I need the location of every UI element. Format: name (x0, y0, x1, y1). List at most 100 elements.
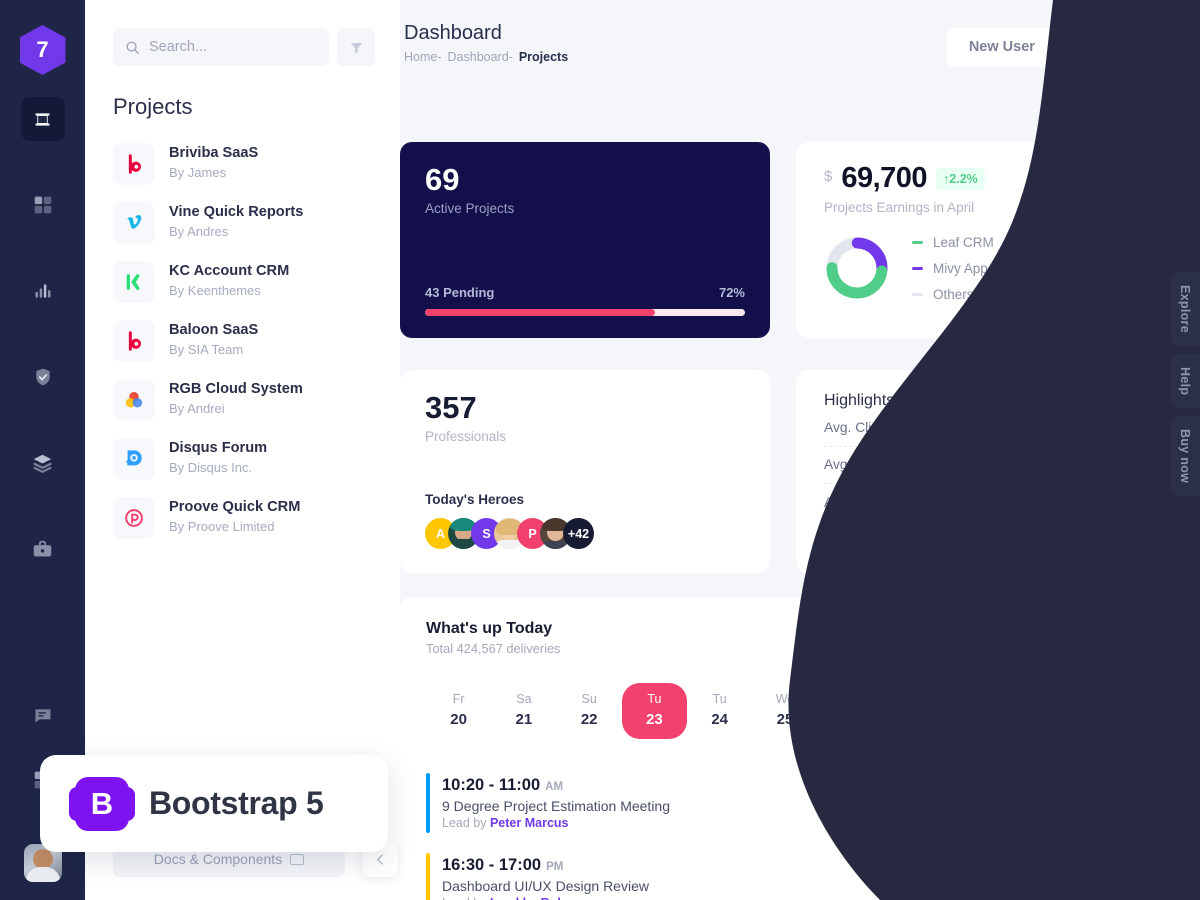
event-ampm: AM (545, 780, 564, 793)
disqus-icon (124, 450, 142, 466)
day-cell[interactable]: We 25 (752, 683, 817, 739)
project-name: Vine Quick Reports (169, 204, 304, 221)
day-dow: Sa (516, 691, 532, 706)
day-cell[interactable]: Sa 21 (491, 683, 556, 739)
day-cell[interactable]: Mo 30 (1079, 683, 1144, 739)
event-row: 10:20 - 11:00 AM 9 Degree Project Estimat… (426, 763, 1144, 843)
day-dow: Mo (1102, 691, 1120, 706)
rail-item-security[interactable] (21, 355, 65, 399)
progress-labels: 43 Pending 72% (425, 285, 745, 300)
list-item[interactable]: RGB Cloud System By Andrei (113, 370, 400, 429)
list-item[interactable]: Proove Quick CRM By Proove Limited (113, 488, 400, 547)
rail-item-analytics[interactable] (21, 269, 65, 313)
day-cell[interactable]: Th 26 (818, 683, 883, 739)
event-lead-prefix: Lead by (442, 815, 487, 830)
legend-label: Mivy App (933, 260, 988, 276)
donut-chart (826, 237, 888, 299)
list-item[interactable]: Baloon SaaS By SIA Team (113, 311, 400, 370)
event-view-button[interactable]: View (1080, 786, 1144, 819)
day-picker: Fr 20 Sa 21 Su 22 Tu 23 Tu 24 We 25 Th 26 Fri 27… (426, 682, 1144, 739)
app-logo[interactable]: 7 (19, 25, 66, 75)
event-color-bar (426, 852, 430, 900)
rail-item-grid[interactable] (21, 183, 65, 227)
rail-item-box[interactable] (20, 97, 65, 141)
layers-icon (33, 454, 52, 473)
new-user-button[interactable]: New User (946, 28, 1057, 67)
day-cell-selected[interactable]: Tu 23 (621, 682, 688, 739)
new-goal-button[interactable]: New Goal (1064, 28, 1175, 67)
event-details: 16:30 - 17:00 PM Dashboard UI/UX Design R… (442, 856, 649, 900)
project-name: RGB Cloud System (169, 381, 303, 398)
highlight-row: Avg. Client Rating ↗ 7.8 /10 (824, 410, 1138, 447)
side-tab-explore[interactable]: Explore (1171, 272, 1200, 346)
project-author: By SIA Team (169, 341, 244, 357)
page-title: Dashboard (404, 22, 502, 44)
report-center-button[interactable]: Report Cecnter (1018, 624, 1144, 660)
legend-value: $7,660 (1096, 234, 1138, 250)
avatar-overflow[interactable]: +42 (563, 518, 594, 550)
day-cell[interactable]: Fr 20 (426, 683, 491, 739)
day-cell[interactable]: Su 22 (557, 683, 622, 739)
earnings-subtitle: Projects Earnings in April (824, 199, 975, 215)
search-placeholder: Search... (149, 39, 208, 55)
legend-swatch (912, 292, 923, 296)
breadcrumb-item[interactable]: Dashboard- (448, 50, 513, 64)
legend-item: Others (912, 287, 994, 302)
pending-label: 43 Pending (425, 284, 495, 300)
day-cell[interactable]: Sa 28 (948, 683, 1013, 739)
professionals-label: Professionals (425, 429, 507, 445)
project-logo (113, 142, 155, 185)
page-heading: Dashboard Home- Dashboard- Projects (404, 20, 568, 64)
rail-item-layers[interactable] (21, 441, 65, 485)
events-list: 10:20 - 11:00 AM 9 Degree Project Estimat… (426, 763, 1144, 900)
legend-item: Mivy App (912, 261, 994, 276)
event-row: 16:30 - 17:00 PM Dashboard UI/UX Design R… (426, 843, 1144, 900)
event-view-button[interactable]: View (1080, 866, 1144, 899)
keyboard-icon (290, 853, 305, 865)
shield-check-icon (35, 368, 50, 386)
event-ampm: PM (546, 860, 564, 873)
earnings-change-badge: ↑2.2% (936, 167, 985, 190)
day-number: 23 (646, 710, 663, 728)
project-author: By Andres (169, 223, 229, 239)
event-time-row: 10:20 - 11:00 AM (442, 776, 670, 795)
app-logo-text: 7 (36, 37, 49, 62)
rail-item-briefcase[interactable] (21, 527, 65, 571)
bar-chart-icon (35, 284, 50, 298)
rgb-circles-icon (125, 391, 143, 408)
legend-item: Leaf CRM (912, 235, 994, 250)
professionals-value: 357 (425, 389, 477, 425)
side-tab-buy-now[interactable]: Buy now (1171, 416, 1200, 497)
side-tab-help[interactable]: Help (1171, 353, 1200, 409)
trend-up-icon: ↗ (1079, 419, 1092, 435)
day-dow: Su (1038, 691, 1054, 706)
project-logo (113, 201, 155, 244)
rail-item-chat[interactable] (21, 694, 65, 738)
list-item[interactable]: Disqus Forum By Disqus Inc. (113, 429, 400, 488)
list-item[interactable]: KC Account CRM By Keenthemes (113, 252, 400, 311)
list-item[interactable]: Briviba SaaS By James (113, 134, 400, 193)
breadcrumb-item[interactable]: Home- (404, 50, 442, 64)
box-icon (35, 112, 50, 126)
project-author: By Andrei (169, 400, 225, 416)
progress-bar (425, 308, 745, 316)
project-name: Proove Quick CRM (169, 499, 301, 516)
day-cell[interactable]: Fri 27 (883, 683, 948, 739)
search-input[interactable]: Search... (113, 28, 329, 66)
legend-value: $2,820 (1096, 260, 1138, 276)
legend-value: $45,257 (1089, 286, 1138, 302)
list-item[interactable]: Vine Quick Reports By Andres (113, 193, 400, 252)
day-number: 26 (841, 710, 859, 728)
project-logo (113, 437, 155, 480)
day-cell[interactable]: Su 29 (1013, 683, 1078, 739)
professionals-card: 357 Professionals Today's Heroes A S P +… (400, 369, 770, 573)
day-cell[interactable]: Tu 24 (687, 683, 752, 739)
filter-button[interactable] (337, 28, 375, 66)
event-details: 10:20 - 11:00 AM 9 Degree Project Estimat… (442, 776, 670, 830)
event-lead-name[interactable]: Peter Marcus (490, 816, 569, 830)
search-row: Search... (85, 0, 400, 66)
project-author: By James (169, 164, 227, 180)
docs-components-label: Docs & Components (153, 851, 283, 867)
avatar-initial: A (435, 526, 446, 541)
event-lead-name[interactable]: Lead by Bob (490, 896, 565, 900)
